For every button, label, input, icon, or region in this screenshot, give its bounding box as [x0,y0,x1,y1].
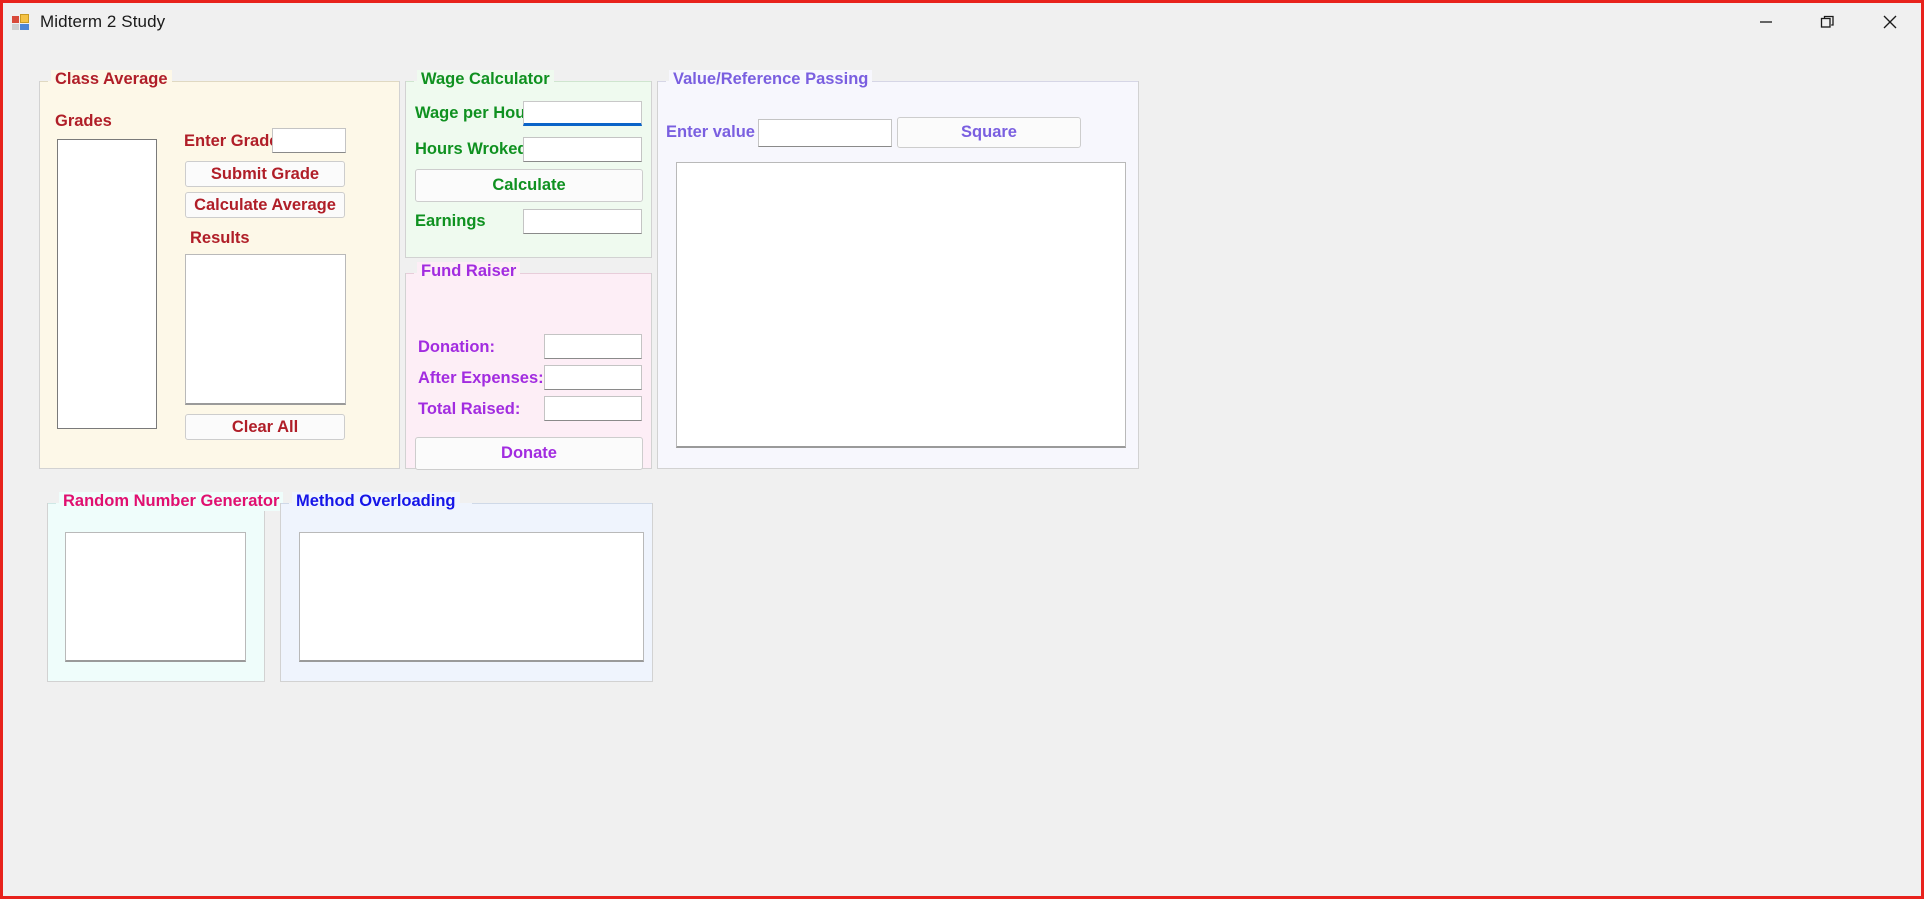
groupbox-title-fund-raiser: Fund Raiser [417,262,521,281]
form-client-area: Class Average Grades Enter Grade Submit … [6,41,1918,893]
value-reference-output-listbox[interactable] [676,162,1126,448]
window-controls [1735,3,1921,41]
enter-value-label: Enter value [666,123,755,141]
window-title: Midterm 2 Study [40,12,166,31]
donation-input[interactable] [544,334,642,359]
earnings-input[interactable] [523,209,642,234]
random-number-output-listbox[interactable] [65,532,246,662]
restore-icon[interactable] [1797,3,1859,41]
donation-label: Donation: [418,338,495,356]
after-expenses-input[interactable] [544,365,642,390]
enter-grade-input[interactable] [272,128,346,153]
groupbox-fund-raiser: Fund Raiser Donation: After Expenses: To… [405,262,652,470]
groupbox-title-class-average: Class Average [51,70,172,89]
wage-per-hour-input[interactable] [523,101,642,126]
clear-all-button[interactable]: Clear All [185,414,345,440]
earnings-label: Earnings [415,212,486,230]
hours-worked-label: Hours Wroked [415,140,528,158]
groupbox-title-random-number-generator: Random Number Generator [59,492,284,511]
calculate-button[interactable]: Calculate [415,169,643,202]
grades-label: Grades [55,112,112,130]
groupbox-wage-calculator: Wage Calculator Wage per Hour Hours Wrok… [405,70,652,258]
groupbox-title-wage-calculator: Wage Calculator [417,70,554,89]
wage-per-hour-label: Wage per Hour [415,104,532,122]
results-label: Results [190,229,250,247]
submit-grade-button[interactable]: Submit Grade [185,161,345,187]
application-window: Midterm 2 Study Class Average Grades Ent… [0,0,1924,899]
square-button[interactable]: Square [897,117,1081,148]
grades-listbox[interactable] [57,139,157,429]
enter-value-input[interactable] [758,119,892,147]
groupbox-method-overloading: Method Overloading [280,492,653,682]
enter-grade-label: Enter Grade [184,132,279,150]
windows-forms-icon [12,13,30,31]
hours-worked-input[interactable] [523,137,642,162]
total-raised-input[interactable] [544,396,642,421]
minimize-icon[interactable] [1735,3,1797,41]
groupbox-value-reference-passing: Value/Reference Passing Enter value Squa… [657,70,1139,469]
after-expenses-label: After Expenses: [418,369,544,387]
groupbox-random-number-generator: Random Number Generator [47,492,284,682]
total-raised-label: Total Raised: [418,400,521,418]
close-icon[interactable] [1859,3,1921,41]
results-listbox[interactable] [185,254,346,405]
title-bar: Midterm 2 Study [3,3,1921,41]
donate-button[interactable]: Donate [415,437,643,470]
groupbox-title-value-reference-passing: Value/Reference Passing [669,70,873,89]
calculate-average-button[interactable]: Calculate Average [185,192,345,218]
groupbox-title-method-overloading: Method Overloading [292,492,460,511]
groupbox-class-average: Class Average Grades Enter Grade Submit … [39,70,400,469]
method-overloading-output-listbox[interactable] [299,532,644,662]
